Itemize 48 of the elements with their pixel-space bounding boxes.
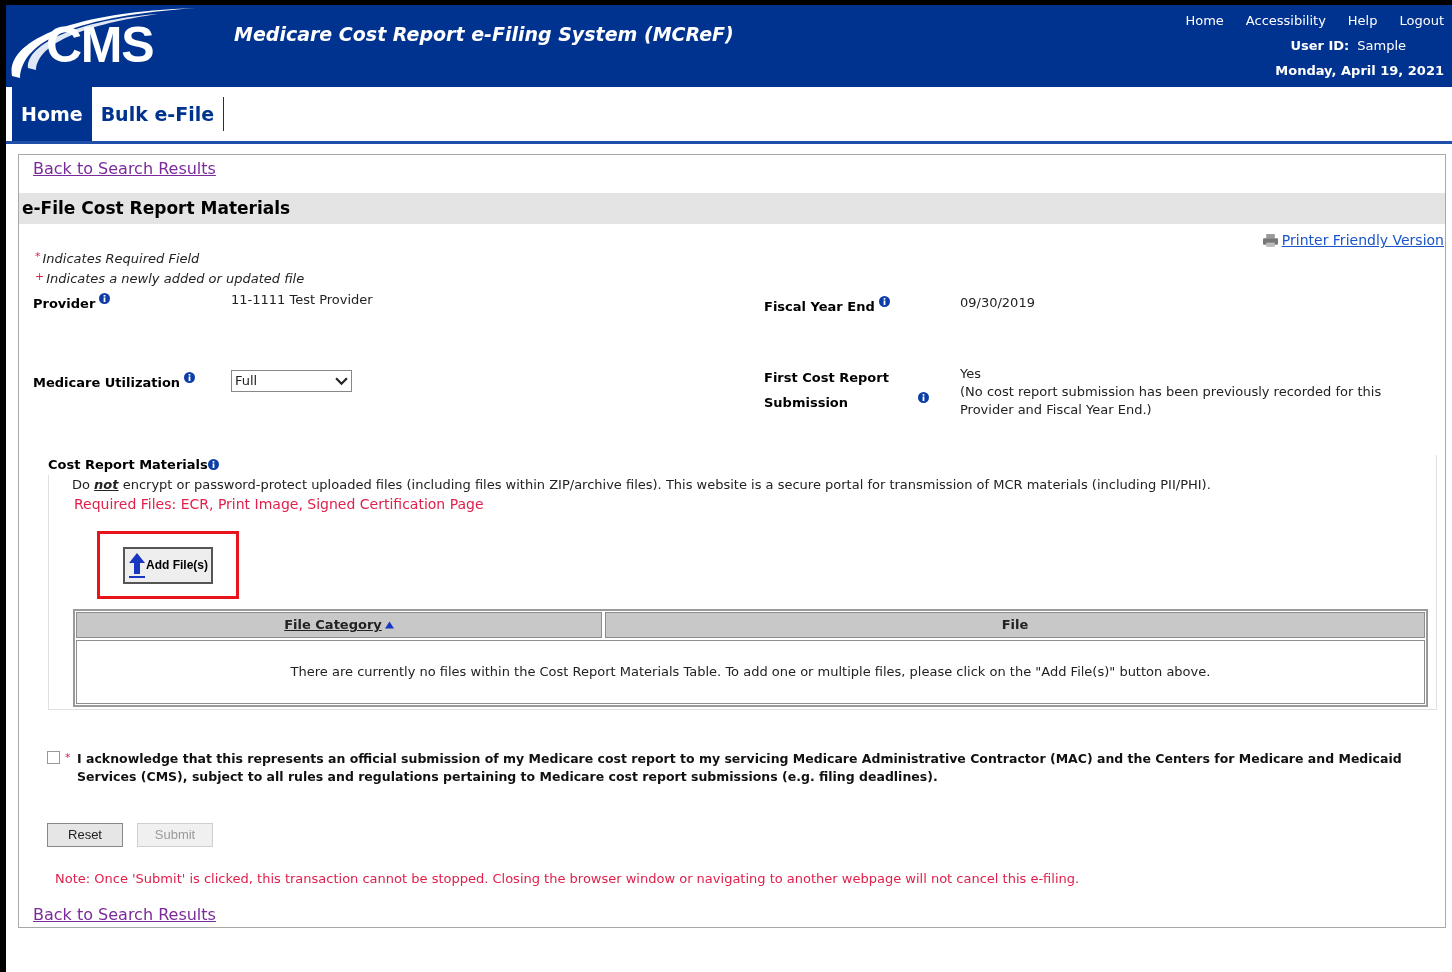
upload-warning: Do not encrypt or password-protect uploaded files (including files within ZIP/archive files). This website is a secure portal for transmission of MCR materials (including PII/PHI). <box>72 475 1212 494</box>
info-icon <box>99 293 111 304</box>
add-files-button[interactable]: Add File(s) <box>123 546 213 584</box>
header-link[interactable]: Help <box>1347 13 1378 29</box>
submit-note: Note: Once 'Submit' is clicked, this transaction cannot be stopped. Closing the browser window or navigating to another webpage will not cancel this e-filing. <box>55 870 1081 888</box>
back-link[interactable]: Back to Search Results <box>33 159 216 178</box>
chevron-down-icon <box>335 376 348 386</box>
header-link[interactable]: Logout <box>1399 13 1444 29</box>
site-title: Medicare Cost Report e-Filing System (MCReF) <box>234 22 734 47</box>
info-icon <box>207 459 219 471</box>
header-link[interactable]: Home <box>1185 13 1224 29</box>
header-link[interactable]: Accessibility <box>1245 13 1326 29</box>
section-title: e-File Cost Report Materials <box>22 196 291 220</box>
column-header[interactable]: File <box>605 612 1425 638</box>
field-label: Fiscal Year End <box>764 298 875 316</box>
user-id-label: User ID: <box>1290 38 1350 54</box>
printer-friendly-link[interactable]: Printer Friendly Version <box>1281 230 1444 251</box>
info-icon <box>918 392 929 403</box>
info-icon <box>878 296 890 307</box>
field-value: Yes <box>960 365 982 383</box>
acknowledge-text: I acknowledge that this represents an official submission of my Medicare cost report to my servicing Medicare Administrative Contractor (MAC) and the Centers for Medicare and Medicaid Services (CMS), subject to all rules and regulations pertaining to Medicare cost report submissions (e.g. filing deadlines). <box>77 750 1403 786</box>
marker: * <box>65 750 71 766</box>
acknowledge-checkbox[interactable] <box>47 751 60 764</box>
logo-text: CMS <box>46 20 154 70</box>
field-value: 09/30/2019 <box>960 294 1035 312</box>
field-label: Provider <box>33 295 96 313</box>
materials-title: Cost Report Materials <box>48 456 208 474</box>
back-link[interactable]: Back to Search Results <box>33 904 216 924</box>
current-date: Monday, April 19, 2021 <box>1275 63 1444 79</box>
printer-icon <box>1262 234 1278 247</box>
marker: * <box>35 249 41 265</box>
nav-tab[interactable]: Bulk e-File <box>91 97 225 131</box>
required-files-text: Required Files: ECR, Print Image, Signed Certification Page <box>74 495 485 514</box>
legend-text: Indicates a newly added or updated file <box>46 269 305 288</box>
utilization-select[interactable]: Full <box>231 370 352 392</box>
field-value: 11-1111 Test Provider <box>231 291 373 309</box>
upload-arrow-icon <box>128 552 146 578</box>
empty-table-message: There are currently no files within the Cost Report Materials Table. To add one or multiple files, please click on the "Add File(s)" button above. <box>290 663 1211 682</box>
nav-tab[interactable]: Home <box>12 87 92 141</box>
legend-text: Indicates Required Field <box>42 250 200 268</box>
marker: + <box>35 268 45 285</box>
info-icon <box>184 372 196 383</box>
field-label: First Cost Report Submission <box>764 369 890 412</box>
column-header[interactable]: File Category <box>76 612 602 638</box>
form-button[interactable]: Reset <box>47 823 123 847</box>
field-note: (No cost report submission has been previously recorded for this Provider and Fiscal Year End.) <box>960 383 1383 419</box>
field-label: Medicare Utilization <box>33 374 181 392</box>
user-id-value: Sample <box>1357 38 1406 54</box>
